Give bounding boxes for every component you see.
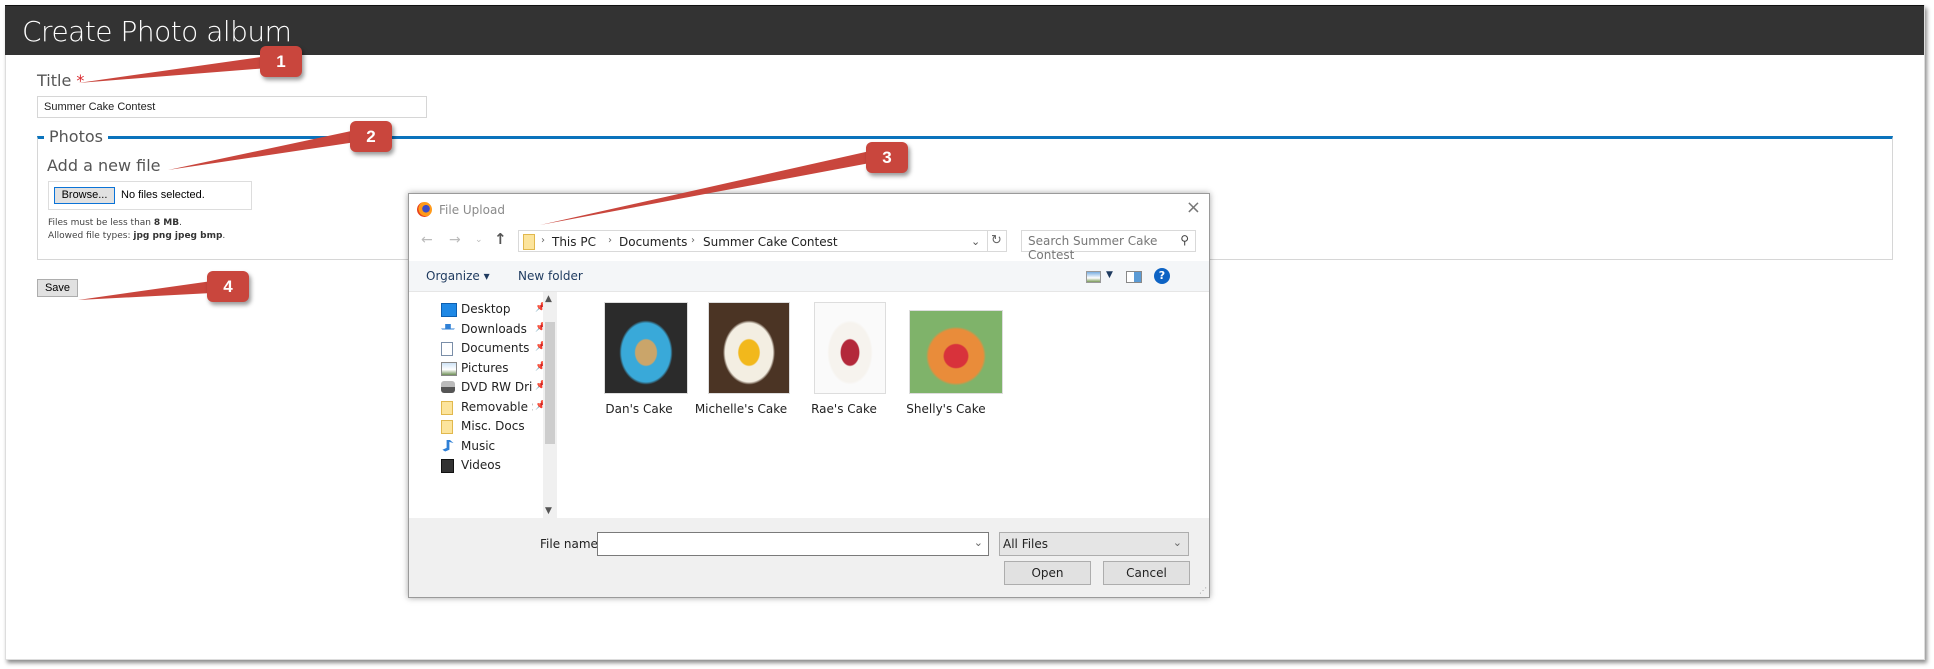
callout-3: 3 bbox=[866, 142, 908, 173]
callout-1-arrow bbox=[78, 56, 268, 83]
callout-2: 2 bbox=[350, 121, 392, 152]
callout-arrows bbox=[78, 56, 870, 300]
callout-4: 4 bbox=[207, 271, 249, 302]
callout-2-arrow bbox=[168, 130, 356, 170]
callout-1: 1 bbox=[260, 46, 302, 77]
callout-3-arrow bbox=[540, 151, 870, 225]
callout-4-arrow bbox=[78, 281, 212, 300]
